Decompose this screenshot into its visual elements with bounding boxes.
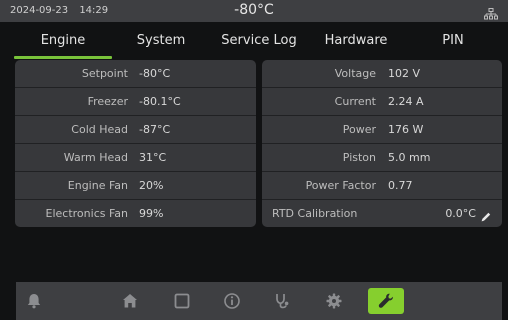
row-power: Power 176 W <box>262 116 502 144</box>
row-setpoint: Setpoint -80°C <box>15 60 256 88</box>
network-icon <box>484 5 498 20</box>
tab-system[interactable]: System <box>124 33 198 48</box>
freezer-label: Freezer <box>87 95 128 108</box>
piston-value: 5.0 mm <box>388 151 431 164</box>
tab-engine[interactable]: Engine <box>14 33 112 48</box>
rtd-calibration-value: 0.0°C <box>445 207 476 220</box>
electronics-fan-label: Electronics Fan <box>45 207 128 220</box>
row-voltage: Voltage 102 V <box>262 60 502 88</box>
tab-hardware[interactable]: Hardware <box>314 33 398 48</box>
power-factor-label: Power Factor <box>305 179 376 192</box>
row-current: Current 2.24 A <box>262 88 502 116</box>
voltage-label: Voltage <box>334 67 376 80</box>
stethoscope-icon[interactable] <box>272 291 292 311</box>
tab-service-log[interactable]: Service Log <box>214 33 304 48</box>
row-freezer: Freezer -80.1°C <box>15 88 256 116</box>
voltage-value: 102 V <box>388 67 421 80</box>
power-value: 176 W <box>388 123 424 136</box>
engine-fan-label: Engine Fan <box>67 179 128 192</box>
active-tab-indicator <box>14 56 112 59</box>
tab-bar: Engine System Service Log Hardware PIN <box>0 22 508 59</box>
row-engine-fan: Engine Fan 20% <box>15 172 256 200</box>
cold-head-value: -87°C <box>139 123 171 136</box>
info-icon[interactable] <box>222 291 242 311</box>
row-piston: Piston 5.0 mm <box>262 144 502 172</box>
warm-head-label: Warm Head <box>63 151 128 164</box>
bottom-nav <box>16 282 502 320</box>
tab-pin[interactable]: PIN <box>428 33 478 48</box>
setpoint-label: Setpoint <box>81 67 128 80</box>
home-icon[interactable] <box>120 291 140 311</box>
row-power-factor: Power Factor 0.77 <box>262 172 502 200</box>
bell-icon[interactable] <box>24 291 44 311</box>
power-label: Power <box>342 123 376 136</box>
setpoint-value: -80°C <box>139 67 171 80</box>
row-cold-head: Cold Head -87°C <box>15 116 256 144</box>
row-rtd-calibration: RTD Calibration 0.0°C <box>262 200 502 227</box>
warm-head-value: 31°C <box>139 151 167 164</box>
status-temperature: -80°C <box>234 2 274 18</box>
gear-icon[interactable] <box>324 291 344 311</box>
square-icon[interactable] <box>172 291 192 311</box>
current-value: 2.24 A <box>388 95 424 108</box>
piston-label: Piston <box>342 151 376 164</box>
freezer-value: -80.1°C <box>139 95 181 108</box>
row-warm-head: Warm Head 31°C <box>15 144 256 172</box>
power-factor-value: 0.77 <box>388 179 413 192</box>
engine-fan-value: 20% <box>139 179 164 192</box>
row-electronics-fan: Electronics Fan 99% <box>15 200 256 227</box>
current-label: Current <box>334 95 376 108</box>
rtd-calibration-label: RTD Calibration <box>272 207 358 220</box>
electronics-fan-value: 99% <box>139 207 164 220</box>
pencil-icon[interactable] <box>480 208 492 222</box>
engine-panel-left: Setpoint -80°C Freezer -80.1°C Cold Head… <box>15 60 256 227</box>
status-bar: 2024-09-23 14:29 -80°C <box>0 0 508 22</box>
engine-panel-right: Voltage 102 V Current 2.24 A Power 176 W… <box>262 60 502 227</box>
wrench-icon[interactable] <box>368 288 404 314</box>
cold-head-label: Cold Head <box>71 123 128 136</box>
